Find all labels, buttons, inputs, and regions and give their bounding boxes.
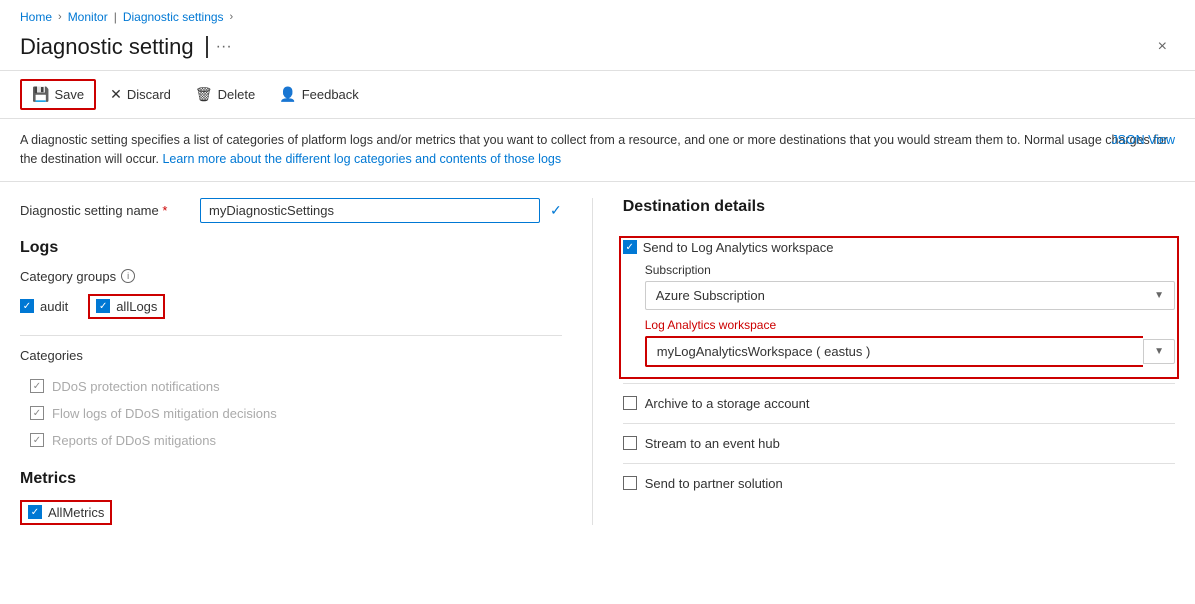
toolbar: 💾 Save ✕ Discard 🗑 Delete 👤 Feedback xyxy=(0,71,1195,119)
workspace-input-row: ▼ xyxy=(645,336,1175,367)
category-groups-checkboxes: ✓ audit ✓ allLogs xyxy=(20,294,562,319)
setting-name-input[interactable] xyxy=(200,198,540,223)
workspace-dropdown-button[interactable]: ▼ xyxy=(1143,339,1175,364)
required-indicator: * xyxy=(162,203,167,218)
delete-label: Delete xyxy=(218,87,256,102)
workspace-input[interactable] xyxy=(645,336,1143,367)
event-hub-label: Stream to an event hub xyxy=(645,436,780,451)
page-title: Diagnostic setting xyxy=(20,34,194,60)
ddos3-item: ✓ Reports of DDoS mitigations xyxy=(20,427,562,454)
ddos3-checkbox[interactable]: ✓ xyxy=(30,433,44,447)
page-header: Diagnostic setting ··· × xyxy=(0,28,1195,71)
logs-divider xyxy=(20,335,562,336)
input-check-icon: ✓ xyxy=(550,202,562,219)
setting-name-label: Diagnostic setting name * xyxy=(20,203,200,218)
allMetrics-checkbox[interactable]: ✓ xyxy=(28,505,42,519)
metrics-title: Metrics xyxy=(20,470,562,488)
event-hub-checkbox[interactable] xyxy=(623,436,637,450)
discard-button[interactable]: ✕ Discard xyxy=(100,81,181,108)
log-analytics-checkbox[interactable]: ✓ xyxy=(623,240,637,254)
ddos1-label: DDoS protection notifications xyxy=(52,379,220,394)
ddos1-checkbox[interactable]: ✓ xyxy=(30,379,44,393)
allMetrics-checkbox-item: ✓ AllMetrics xyxy=(20,500,112,525)
workspace-label: Log Analytics workspace xyxy=(645,318,1175,332)
log-analytics-label: Send to Log Analytics workspace xyxy=(643,240,834,255)
breadcrumb-diagnostic-settings[interactable]: Diagnostic settings xyxy=(123,10,224,24)
archive-storage-label: Archive to a storage account xyxy=(645,396,810,411)
destination-title: Destination details xyxy=(623,198,1175,216)
log-analytics-dest-item: ✓ Send to Log Analytics workspace Subscr… xyxy=(623,232,1175,384)
archive-storage-checkbox[interactable] xyxy=(623,396,637,410)
logs-title: Logs xyxy=(20,239,562,257)
subscription-label: Subscription xyxy=(645,263,1175,277)
learn-more-link[interactable]: Learn more about the different log categ… xyxy=(162,152,561,166)
categories-label: Categories xyxy=(20,348,562,363)
delete-icon: 🗑 xyxy=(195,86,213,103)
subscription-arrow-icon: ▼ xyxy=(1154,290,1164,301)
partner-dest-item: Send to partner solution xyxy=(623,464,1175,503)
audit-checkbox-item: ✓ audit xyxy=(20,294,68,319)
category-groups-label: Category groups i xyxy=(20,269,562,284)
event-hub-dest-item: Stream to an event hub xyxy=(623,424,1175,464)
partner-label: Send to partner solution xyxy=(645,476,783,491)
feedback-icon: 👤 xyxy=(279,86,296,103)
save-label: Save xyxy=(54,87,84,102)
ddos2-item: ✓ Flow logs of DDoS mitigation decisions xyxy=(20,400,562,427)
category-groups-info-icon[interactable]: i xyxy=(121,269,135,283)
allLogs-checkbox-item: ✓ allLogs xyxy=(88,294,165,319)
ddos1-item: ✓ DDoS protection notifications xyxy=(20,373,562,400)
save-icon: 💾 xyxy=(32,86,49,103)
archive-storage-dest-item: Archive to a storage account xyxy=(623,384,1175,424)
workspace-field: Log Analytics workspace ▼ xyxy=(645,318,1175,367)
setting-name-row: Diagnostic setting name * ✓ xyxy=(20,198,562,223)
more-options-icon[interactable]: ··· xyxy=(216,38,232,56)
feedback-button[interactable]: 👤 Feedback xyxy=(269,81,369,108)
log-analytics-checkbox-row: ✓ Send to Log Analytics workspace xyxy=(623,240,1175,255)
breadcrumb-home[interactable]: Home xyxy=(20,10,52,24)
ddos2-label: Flow logs of DDoS mitigation decisions xyxy=(52,406,277,421)
audit-label: audit xyxy=(40,299,68,314)
subscription-value: Azure Subscription xyxy=(656,288,765,303)
audit-checkbox[interactable]: ✓ xyxy=(20,299,34,313)
title-cursor xyxy=(206,36,208,58)
discard-icon: ✕ xyxy=(110,86,122,103)
subscription-dropdown[interactable]: Azure Subscription ▼ xyxy=(645,281,1175,310)
main-content: Diagnostic setting name * ✓ Logs Categor… xyxy=(0,182,1195,541)
setting-name-input-group: ✓ xyxy=(200,198,562,223)
delete-button[interactable]: 🗑 Delete xyxy=(185,81,265,108)
partner-checkbox[interactable] xyxy=(623,476,637,490)
feedback-label: Feedback xyxy=(302,87,359,102)
allLogs-label: allLogs xyxy=(116,299,157,314)
breadcrumb-monitor[interactable]: Monitor xyxy=(68,10,108,24)
allMetrics-label: AllMetrics xyxy=(48,505,104,520)
allLogs-checkbox[interactable]: ✓ xyxy=(96,299,110,313)
metrics-section: Metrics ✓ AllMetrics xyxy=(20,470,562,525)
category-groups-subsection: Category groups i ✓ audit ✓ allLogs xyxy=(20,269,562,319)
ddos3-label: Reports of DDoS mitigations xyxy=(52,433,216,448)
description-bar: A diagnostic setting specifies a list of… xyxy=(0,119,1195,182)
discard-label: Discard xyxy=(127,87,171,102)
close-button[interactable]: × xyxy=(1150,34,1175,60)
right-panel: Destination details ✓ Send to Log Analyt… xyxy=(592,198,1175,525)
save-button[interactable]: 💾 Save xyxy=(20,79,96,110)
json-view-link[interactable]: JSON View xyxy=(1111,131,1175,150)
categories-section: Categories ✓ DDoS protection notificatio… xyxy=(20,348,562,454)
subscription-field: Subscription Azure Subscription ▼ xyxy=(645,263,1175,310)
ddos2-checkbox[interactable]: ✓ xyxy=(30,406,44,420)
left-panel: Diagnostic setting name * ✓ Logs Categor… xyxy=(20,198,592,525)
breadcrumb: Home › Monitor | Diagnostic settings › xyxy=(0,0,1195,28)
